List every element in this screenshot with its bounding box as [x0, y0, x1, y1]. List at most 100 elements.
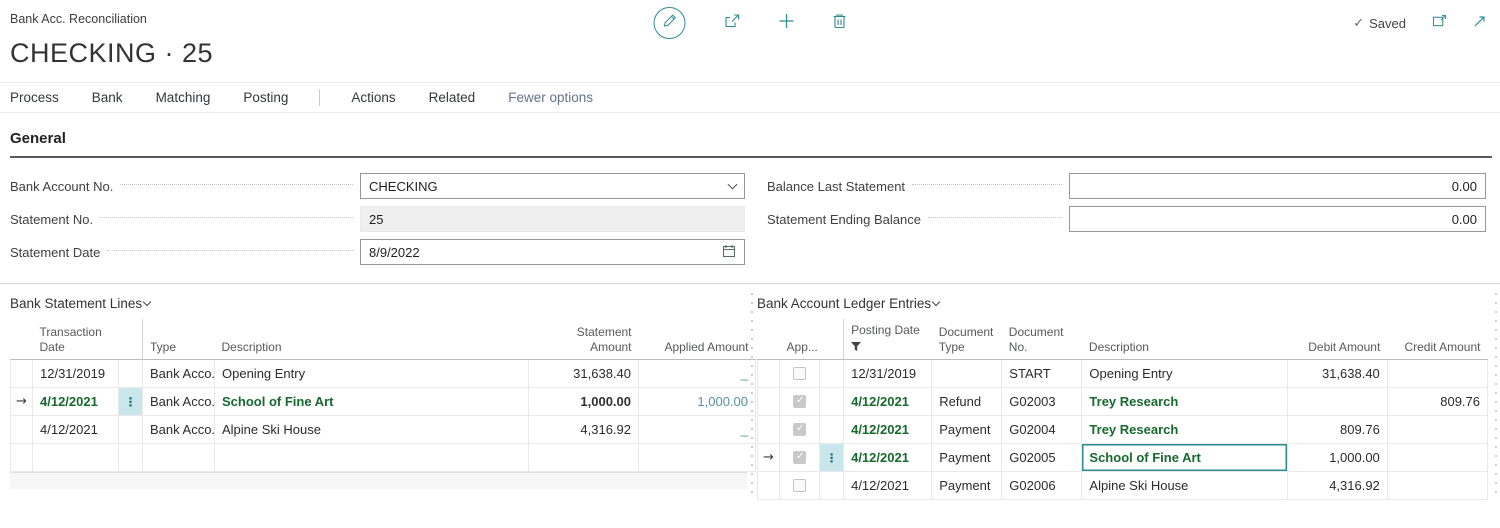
menu-process[interactable]: Process [10, 90, 59, 105]
menu-fewer-options[interactable]: Fewer options [508, 90, 593, 105]
transaction-date-cell[interactable]: 4/12/2021 [32, 386, 119, 416]
description-cell[interactable]: Alpine Ski House [214, 414, 529, 444]
statement-ending-balance-input[interactable]: 0.00 [1069, 206, 1486, 232]
credit-amount-cell[interactable] [1386, 442, 1489, 472]
row-menu[interactable] [819, 358, 845, 388]
debit-amount-cell[interactable]: 4,316.92 [1286, 470, 1388, 500]
posting-date-header[interactable]: Posting Date [843, 319, 932, 360]
row-selector[interactable] [756, 386, 781, 416]
calendar-icon[interactable] [722, 244, 736, 261]
chevron-down-icon[interactable] [727, 179, 738, 190]
focus-mode-button[interactable] [1473, 15, 1486, 33]
row-menu-ellipsis-icon[interactable] [118, 386, 143, 416]
row-selector[interactable] [10, 442, 33, 472]
filter-funnel-icon[interactable] [851, 340, 925, 355]
selected-row-arrow-icon[interactable] [10, 386, 33, 416]
description-header[interactable]: Description [1081, 319, 1288, 360]
statement-amount-cell[interactable]: 4,316.92 [528, 414, 639, 444]
credit-amount-cell[interactable] [1386, 358, 1489, 388]
applied-amount-header[interactable]: Applied Amount [638, 319, 756, 360]
open-in-new-window-button[interactable] [1432, 14, 1447, 33]
document-no-header[interactable]: Document No. [1001, 319, 1082, 360]
applied-amount-cell[interactable]: _ [638, 358, 756, 388]
row-selector[interactable] [10, 414, 33, 444]
statement-date-input[interactable]: 8/9/2022 [360, 239, 745, 265]
document-no-cell[interactable]: START [1001, 358, 1083, 388]
debit-amount-cell[interactable]: 1,000.00 [1286, 442, 1388, 472]
description-header[interactable]: Description [214, 319, 529, 360]
description-cell-focused[interactable]: School of Fine Art [1081, 442, 1288, 472]
row-menu[interactable] [118, 442, 143, 472]
menu-actions[interactable]: Actions [351, 90, 395, 105]
statement-amount-header[interactable]: Statement Amount [528, 319, 639, 360]
credit-amount-cell[interactable] [1386, 470, 1489, 500]
description-cell[interactable]: Alpine Ski House [1081, 470, 1288, 500]
type-cell[interactable]: Bank Acco... [142, 358, 215, 388]
row-menu[interactable] [819, 414, 845, 444]
row-selector[interactable] [756, 470, 781, 500]
bank-account-ledger-entries-caption[interactable]: Bank Account Ledger Entries [757, 293, 1488, 313]
document-type-cell[interactable]: Refund [931, 386, 1003, 416]
row-menu-ellipsis-icon[interactable] [819, 442, 845, 472]
applied-header[interactable]: App... [779, 319, 820, 360]
document-type-cell[interactable] [931, 358, 1003, 388]
row-selector[interactable] [756, 358, 781, 388]
type-cell[interactable]: Bank Acco... [142, 414, 215, 444]
posting-date-cell[interactable]: 4/12/2021 [843, 386, 933, 416]
applied-checkbox[interactable] [793, 366, 807, 380]
bank-account-no-combobox[interactable]: CHECKING [360, 173, 745, 199]
document-type-header[interactable]: Document Type [931, 319, 1002, 360]
applied-checkbox[interactable] [793, 450, 807, 464]
applied-checkbox[interactable] [793, 394, 807, 408]
new-button[interactable] [779, 13, 795, 34]
row-selector[interactable] [10, 358, 33, 388]
share-button[interactable] [724, 13, 741, 34]
menu-related[interactable]: Related [429, 90, 476, 105]
document-type-cell[interactable]: Payment [931, 470, 1003, 500]
applied-amount-cell[interactable]: _ [638, 414, 756, 444]
applied-amount-cell[interactable]: 1,000.00 [638, 386, 756, 416]
posting-date-cell[interactable]: 12/31/2019 [843, 358, 933, 388]
row-menu[interactable] [118, 358, 143, 388]
row-menu[interactable] [819, 470, 845, 500]
credit-amount-cell[interactable] [1386, 414, 1489, 444]
balance-last-statement-input[interactable]: 0.00 [1069, 173, 1486, 199]
debit-amount-cell[interactable]: 809.76 [1286, 414, 1388, 444]
statement-amount-cell[interactable]: 1,000.00 [528, 386, 639, 416]
type-cell[interactable]: Bank Acco... [142, 386, 215, 416]
delete-button[interactable] [833, 13, 847, 34]
statement-amount-cell[interactable]: 31,638.40 [528, 358, 639, 388]
edit-button[interactable] [653, 7, 686, 39]
transaction-date-header[interactable]: Transaction Date [32, 319, 119, 360]
right-panel-splitter[interactable] [1492, 293, 1500, 500]
transaction-date-cell[interactable] [32, 442, 119, 472]
panel-splitter[interactable] [747, 293, 757, 500]
debit-amount-cell[interactable] [1286, 386, 1388, 416]
description-cell[interactable]: School of Fine Art [214, 386, 529, 416]
document-no-cell[interactable]: G02004 [1001, 414, 1083, 444]
type-cell[interactable] [142, 442, 215, 472]
document-no-cell[interactable]: G02006 [1001, 470, 1083, 500]
document-type-cell[interactable]: Payment [931, 442, 1003, 472]
statement-amount-cell[interactable] [528, 442, 639, 472]
transaction-date-cell[interactable]: 4/12/2021 [32, 414, 119, 444]
posting-date-cell[interactable]: 4/12/2021 [843, 442, 933, 472]
credit-amount-cell[interactable]: 809.76 [1386, 386, 1489, 416]
description-cell[interactable]: Trey Research [1081, 414, 1288, 444]
debit-amount-cell[interactable]: 31,638.40 [1286, 358, 1388, 388]
posting-date-cell[interactable]: 4/12/2021 [843, 414, 933, 444]
document-no-cell[interactable]: G02005 [1001, 442, 1083, 472]
row-selector[interactable] [756, 414, 781, 444]
posting-date-cell[interactable]: 4/12/2021 [843, 470, 933, 500]
description-cell[interactable]: Opening Entry [1081, 358, 1288, 388]
menu-posting[interactable]: Posting [243, 90, 288, 105]
row-menu[interactable] [118, 414, 143, 444]
applied-checkbox[interactable] [793, 422, 807, 436]
applied-checkbox[interactable] [793, 478, 807, 492]
credit-amount-header[interactable]: Credit Amount [1387, 319, 1488, 360]
bank-statement-lines-caption[interactable]: Bank Statement Lines [10, 293, 747, 313]
description-cell[interactable]: Opening Entry [214, 358, 529, 388]
applied-amount-cell[interactable] [638, 442, 756, 472]
description-cell[interactable]: Trey Research [1081, 386, 1288, 416]
document-type-cell[interactable]: Payment [931, 414, 1003, 444]
